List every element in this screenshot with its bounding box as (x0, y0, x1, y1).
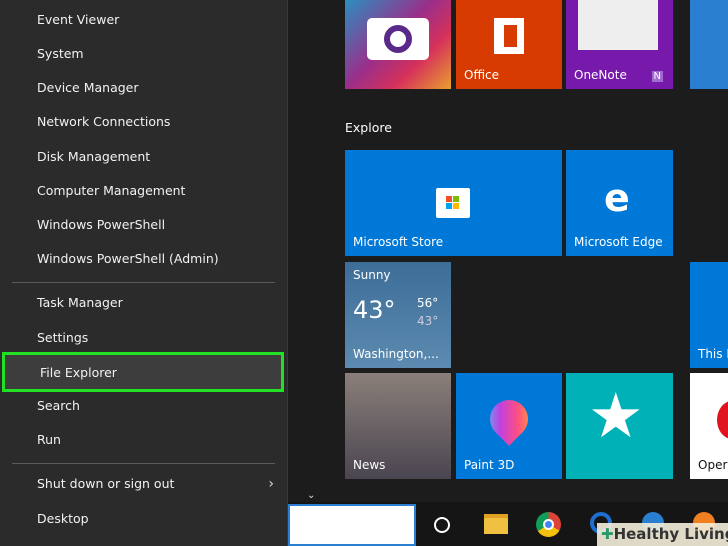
paint-3d-icon (482, 392, 536, 446)
store-icon (436, 188, 470, 218)
tile-microsoft-edge[interactable]: e Microsoft Edge (566, 150, 673, 256)
office-icon (494, 18, 524, 54)
search-box[interactable] (288, 504, 416, 546)
onenote-icon: N (651, 71, 663, 82)
group-title: Explore (345, 120, 392, 135)
menu-item-device-manager[interactable]: Device Manager (0, 73, 288, 103)
menu-item-powershell[interactable]: Windows PowerShell (0, 210, 288, 240)
tile-label: Microsoft Store (353, 235, 444, 249)
watermark-text: Healthy Living (613, 525, 728, 543)
tile-paint-3d[interactable]: Paint 3D (456, 373, 562, 479)
tile-label: This P (698, 347, 728, 361)
onenote-image (578, 0, 658, 50)
tile-opera[interactable]: Opera (690, 373, 728, 479)
tile-label: Paint 3D (464, 458, 515, 472)
tile-label: OneNote (574, 68, 627, 82)
file-explorer-icon[interactable] (484, 514, 508, 534)
power-user-menu: Event Viewer System Device Manager Netwo… (0, 0, 288, 546)
edge-icon: e (604, 176, 630, 220)
tile-weather[interactable]: Sunny 43° 56° 43° Washington,... (345, 262, 451, 368)
plus-icon: ✚ (601, 525, 614, 543)
tile-microsoft-store[interactable]: Microsoft Store (345, 150, 562, 256)
watermark: ✚Healthy Living (597, 523, 728, 546)
tile-office[interactable]: Office (456, 0, 562, 89)
weather-high: 56° (417, 296, 439, 310)
menu-item-computer-management[interactable]: Computer Management (0, 176, 288, 206)
weather-city: Washington,... (353, 347, 439, 361)
cortana-icon[interactable] (434, 517, 450, 533)
chevron-right-icon: › (268, 476, 274, 492)
menu-item-event-viewer[interactable]: Event Viewer (0, 5, 288, 35)
tile-this-pc[interactable]: This P (690, 262, 728, 368)
menu-item-task-manager[interactable]: Task Manager (0, 288, 288, 318)
tile-onenote[interactable]: OneNote N (566, 0, 673, 89)
tile-camera[interactable] (345, 0, 451, 89)
menu-item-run[interactable]: Run (0, 425, 288, 455)
menu-item-network-connections[interactable]: Network Connections (0, 107, 288, 137)
tile-star-app[interactable]: ★ (566, 373, 673, 479)
menu-item-shut-down[interactable]: Shut down or sign out › (0, 469, 288, 499)
tile-news[interactable]: News (345, 373, 451, 479)
menu-item-desktop[interactable]: Desktop (0, 504, 288, 534)
weather-temp: 43° (353, 296, 396, 324)
chrome-icon[interactable] (536, 512, 561, 537)
weather-low: 43° (417, 314, 439, 328)
menu-item-settings[interactable]: Settings (0, 323, 288, 353)
tile-label: News (353, 458, 386, 472)
opera-icon (717, 401, 728, 439)
divider (12, 282, 275, 283)
tile-label: Microsoft Edge (574, 235, 663, 249)
menu-item-label: Shut down or sign out (37, 476, 175, 491)
tile-label: Office (464, 68, 500, 82)
menu-item-file-explorer[interactable]: File Explorer (2, 352, 284, 392)
menu-item-system[interactable]: System (0, 39, 288, 69)
tile-label: Opera (698, 458, 728, 472)
divider (12, 463, 275, 464)
tile-game[interactable] (690, 0, 728, 89)
collapse-chevron-icon[interactable]: ⌄ (307, 490, 315, 501)
menu-item-powershell-admin[interactable]: Windows PowerShell (Admin) (0, 244, 288, 274)
menu-item-disk-management[interactable]: Disk Management (0, 142, 288, 172)
weather-condition: Sunny (353, 268, 391, 282)
camera-icon (367, 18, 429, 60)
menu-item-search[interactable]: Search (0, 391, 288, 421)
star-icon: ★ (588, 379, 644, 452)
